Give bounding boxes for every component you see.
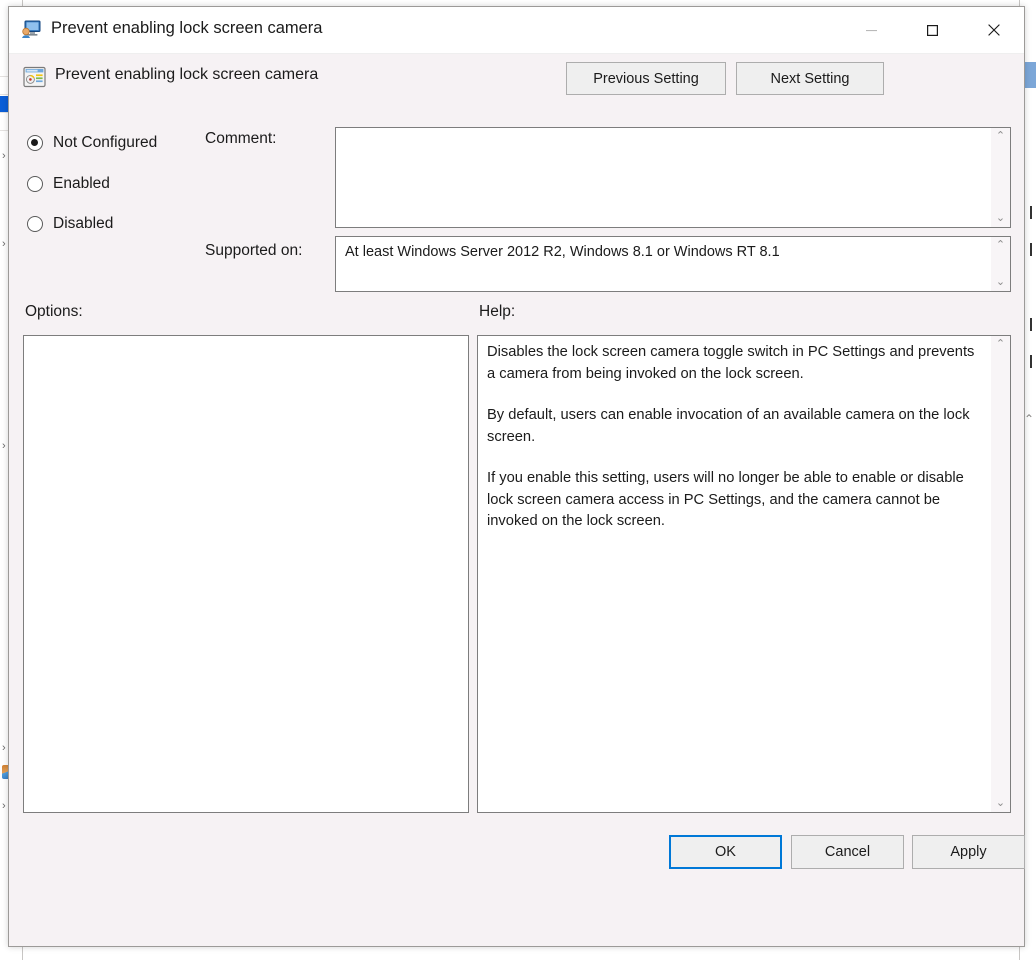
radio-indicator-disabled[interactable] — [27, 216, 43, 232]
close-button[interactable] — [963, 7, 1024, 53]
computer-monitor-icon — [21, 20, 41, 38]
options-content — [24, 336, 468, 352]
radio-label-enabled: Enabled — [53, 175, 110, 192]
supported-on-scrollbar[interactable]: ⌃ ⌄ — [991, 237, 1010, 291]
comment-textbox[interactable]: ⌃ ⌄ — [335, 127, 1011, 228]
radio-indicator-enabled[interactable] — [27, 176, 43, 192]
scroll-up-icon[interactable]: ⌃ — [991, 128, 1010, 145]
ok-button[interactable]: OK — [669, 835, 782, 869]
radio-not-configured[interactable]: Not Configured — [27, 134, 157, 152]
next-setting-button[interactable]: Next Setting — [736, 62, 884, 95]
cancel-button[interactable]: Cancel — [791, 835, 904, 869]
group-policy-setting-dialog: Prevent enabling lock screen camera Prev… — [8, 6, 1025, 947]
help-scrollbar[interactable]: ⌃ ⌄ — [991, 336, 1010, 812]
help-paragraph: Disables the lock screen camera toggle s… — [487, 344, 975, 382]
dialog-footer: OK Cancel Apply — [9, 815, 1025, 895]
setting-name: Prevent enabling lock screen camera — [55, 66, 319, 83]
scroll-up-icon[interactable]: ⌃ — [991, 237, 1010, 254]
radio-enabled[interactable]: Enabled — [27, 175, 110, 193]
supported-on-value: At least Windows Server 2012 R2, Windows… — [345, 244, 780, 260]
background-list-mark — [1030, 243, 1032, 256]
apply-button[interactable]: Apply — [912, 835, 1025, 869]
help-text: Disables the lock screen camera toggle s… — [487, 342, 985, 533]
scroll-up-icon[interactable]: ⌃ — [991, 336, 1010, 353]
help-paragraph: By default, users can enable invocation … — [487, 407, 970, 445]
window-caption-buttons — [841, 7, 1024, 53]
setting-state-area: Not Configured Enabled Disabled Comment:… — [9, 102, 1024, 295]
policy-setting-icon — [23, 66, 46, 88]
panels-row: Disables the lock screen camera toggle s… — [9, 335, 1024, 815]
background-list-mark — [1030, 318, 1032, 331]
radio-label-not-configured: Not Configured — [53, 134, 158, 151]
options-panel[interactable] — [23, 335, 469, 813]
supported-on-textbox[interactable]: At least Windows Server 2012 R2, Windows… — [335, 236, 1011, 292]
dialog-title: Prevent enabling lock screen camera — [51, 19, 323, 37]
previous-setting-button[interactable]: Previous Setting — [566, 62, 726, 95]
maximize-button[interactable] — [902, 7, 963, 53]
setting-header: Prevent enabling lock screen camera Prev… — [9, 54, 1024, 102]
help-paragraph: If you enable this setting, users will n… — [487, 470, 964, 529]
background-list-mark — [1030, 355, 1032, 368]
radio-disabled[interactable]: Disabled — [27, 215, 113, 233]
comment-label: Comment: — [205, 130, 277, 147]
help-label: Help: — [479, 303, 516, 320]
minimize-button[interactable] — [841, 7, 902, 53]
help-panel[interactable]: Disables the lock screen camera toggle s… — [477, 335, 1011, 813]
scroll-down-icon[interactable]: ⌄ — [991, 795, 1010, 812]
scroll-down-icon[interactable]: ⌄ — [991, 210, 1010, 227]
dialog-titlebar[interactable]: Prevent enabling lock screen camera — [9, 7, 1024, 54]
supported-on-label: Supported on: — [205, 242, 303, 259]
comment-scrollbar[interactable]: ⌃ ⌄ — [991, 128, 1010, 227]
options-label: Options: — [25, 303, 83, 320]
radio-indicator-not-configured[interactable] — [27, 135, 43, 151]
screen-root: › › › › › ⌃ Prevent enabling lock screen… — [0, 0, 1036, 960]
background-scroll-up-icon: ⌃ — [1023, 412, 1034, 426]
scroll-down-icon[interactable]: ⌄ — [991, 274, 1010, 291]
section-labels: Options: Help: — [9, 295, 1024, 335]
background-list-mark — [1030, 206, 1032, 219]
radio-label-disabled: Disabled — [53, 215, 114, 232]
